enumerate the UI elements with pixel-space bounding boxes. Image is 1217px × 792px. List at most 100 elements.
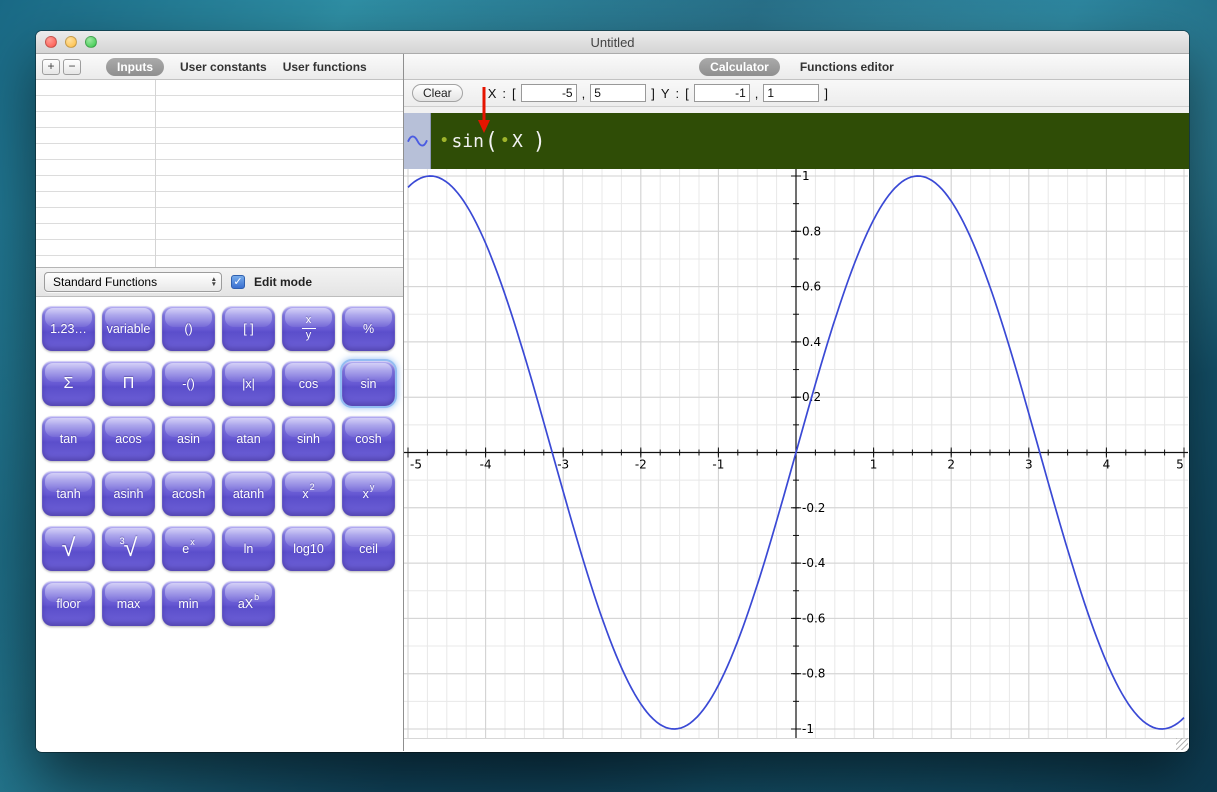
y-min-input[interactable] — [693, 84, 750, 102]
svg-text:0.4: 0.4 — [802, 335, 821, 349]
tab-user-functions[interactable]: User functions — [283, 60, 367, 74]
keypad: 1.23… variable()[ ] x y% Σ Π -() |x| cos sin tan ac… — [36, 297, 403, 751]
edit-mode-checkbox[interactable]: ✓ — [231, 275, 245, 289]
table-row[interactable] — [36, 160, 403, 176]
cursor-annotation-arrow — [477, 87, 491, 138]
function-category-value: Standard Functions — [53, 275, 158, 289]
remove-input-button[interactable]: − — [63, 58, 81, 75]
close-button[interactable] — [45, 36, 57, 48]
placeholder-bullet: • — [440, 133, 449, 149]
formula-bar[interactable]: • sin(• X) — [404, 113, 1189, 169]
table-row[interactable] — [36, 224, 403, 240]
key-cbrt[interactable]: 3 √ — [102, 526, 155, 571]
open-bracket-symbol: [ — [511, 85, 516, 101]
key-x-power-y[interactable]: xy — [342, 471, 395, 516]
key-product[interactable]: Π — [102, 361, 155, 406]
key-acos[interactable]: acos — [102, 416, 155, 461]
svg-text:1: 1 — [870, 458, 878, 472]
key-parentheses[interactable]: () — [162, 306, 215, 351]
key-abs[interactable]: |x| — [222, 361, 275, 406]
minimize-button[interactable] — [65, 36, 77, 48]
table-column-divider — [155, 80, 156, 267]
svg-text:0.6: 0.6 — [802, 280, 821, 294]
resize-grip[interactable] — [1176, 738, 1188, 750]
left-toolbar: + − Inputs User constants User functions — [36, 54, 403, 80]
key-number[interactable]: 1.23… — [42, 306, 95, 351]
key-ln[interactable]: ln — [222, 526, 275, 571]
key-floor[interactable]: floor — [42, 581, 95, 626]
key-e-power-x[interactable]: ex — [162, 526, 215, 571]
close-bracket-symbol: ] — [824, 85, 829, 101]
key-ceil[interactable]: ceil — [342, 526, 395, 571]
open-bracket-symbol: [ — [685, 85, 689, 101]
svg-text:-2: -2 — [635, 458, 647, 472]
key-tan[interactable]: tan — [42, 416, 95, 461]
key-max[interactable]: max — [102, 581, 155, 626]
tab-functions-editor[interactable]: Functions editor — [800, 60, 894, 74]
left-tab-group: Inputs User constants User functions — [106, 57, 367, 76]
table-row[interactable] — [36, 96, 403, 112]
key-sum[interactable]: Σ — [42, 361, 95, 406]
clear-button[interactable]: Clear — [412, 84, 463, 102]
svg-text:-0.8: -0.8 — [802, 667, 825, 681]
key-atanh[interactable]: atanh — [222, 471, 275, 516]
zoom-button[interactable] — [85, 36, 97, 48]
svg-text:0.8: 0.8 — [802, 224, 821, 238]
key-cos[interactable]: cos — [282, 361, 335, 406]
svg-text:-0.4: -0.4 — [802, 556, 825, 570]
title-bar[interactable]: Untitled — [36, 31, 1189, 54]
key-sinh[interactable]: sinh — [282, 416, 335, 461]
svg-text:1: 1 — [802, 169, 810, 183]
formula-paren: ) — [532, 127, 546, 155]
comma-symbol: , — [581, 85, 586, 101]
table-row[interactable] — [36, 80, 403, 96]
key-x-squared[interactable]: x2 — [282, 471, 335, 516]
key-log10[interactable]: log10 — [282, 526, 335, 571]
plot-area[interactable]: -5 -4 -3 -2 -1 1 2 3 4 5 1 0.8 0.6 0.4 0.2 -0.2 -0.4 -0.6… — [404, 169, 1189, 738]
calculator-panel: Calculator Functions editor Clear X : [ … — [404, 54, 1189, 751]
key-percent[interactable]: % — [342, 306, 395, 351]
edit-mode-label: Edit mode — [254, 275, 313, 289]
key-sqrt[interactable]: √ — [42, 526, 95, 571]
inputs-table[interactable] — [36, 80, 403, 268]
key-tanh[interactable]: tanh — [42, 471, 95, 516]
tab-user-constants[interactable]: User constants — [180, 60, 267, 74]
function-category-select[interactable]: Standard Functions ▲ ▼ — [44, 272, 222, 292]
table-row[interactable] — [36, 112, 403, 128]
key-sin[interactable]: sin — [340, 359, 397, 408]
table-row[interactable] — [36, 208, 403, 224]
y-max-input[interactable] — [763, 84, 820, 102]
table-row[interactable] — [36, 192, 403, 208]
tab-calculator[interactable]: Calculator — [699, 57, 780, 76]
table-row[interactable] — [36, 240, 403, 256]
key-atan[interactable]: atan — [222, 416, 275, 461]
sine-wave-icon — [404, 113, 431, 169]
key-negate[interactable]: -() — [162, 361, 215, 406]
key-cosh[interactable]: cosh — [342, 416, 395, 461]
svg-text:-1: -1 — [712, 458, 724, 472]
key-acosh[interactable]: acosh — [162, 471, 215, 516]
x-max-input[interactable] — [590, 84, 647, 102]
formula-token: X — [512, 130, 523, 152]
tab-inputs[interactable]: Inputs — [106, 57, 164, 76]
table-row[interactable] — [36, 144, 403, 160]
key-variable[interactable]: variable — [102, 306, 155, 351]
svg-text:-1: -1 — [802, 722, 814, 736]
table-row[interactable] — [36, 128, 403, 144]
x-min-input[interactable] — [520, 84, 577, 102]
y-range-label: Y — [660, 85, 670, 101]
key-asin[interactable]: asin — [162, 416, 215, 461]
add-input-button[interactable]: + — [42, 58, 60, 75]
key-brackets[interactable]: [ ] — [222, 306, 275, 351]
app-window: Untitled + − Inputs User constants User … — [36, 31, 1189, 752]
key-asinh[interactable]: asinh — [102, 471, 155, 516]
key-ax-power-b[interactable]: aX b — [222, 581, 275, 626]
svg-text:-0.2: -0.2 — [802, 501, 825, 515]
colon-symbol: : — [675, 85, 680, 101]
right-toolbar: Calculator Functions editor — [404, 54, 1189, 80]
keypad-controls-row: Standard Functions ▲ ▼ ✓ Edit mode — [36, 268, 403, 297]
table-row[interactable] — [36, 176, 403, 192]
svg-text:-4: -4 — [480, 458, 492, 472]
key-min[interactable]: min — [162, 581, 215, 626]
key-fraction[interactable]: xy — [282, 306, 335, 351]
